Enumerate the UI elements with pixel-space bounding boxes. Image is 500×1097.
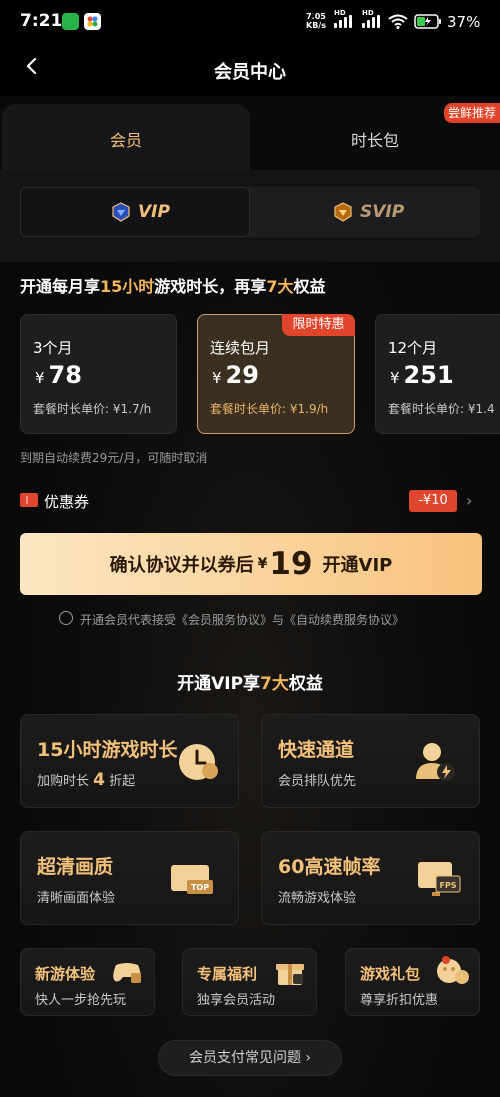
vip-diamond-icon: [112, 202, 130, 222]
signal-icon-2: HD: [360, 9, 382, 28]
coupon-value[interactable]: -¥10: [409, 490, 457, 512]
auto-renew-note: 到期自动续费29元/月，可随时取消: [20, 451, 208, 465]
net-speed: 7.05 KB/s: [306, 12, 326, 30]
agreement-checkbox[interactable]: [59, 611, 73, 625]
svg-text:TOP: TOP: [191, 883, 209, 892]
recommend-badge: 尝鲜推荐: [444, 103, 500, 123]
vip-tab[interactable]: [20, 187, 250, 237]
svip-tab[interactable]: SVIP: [360, 202, 404, 222]
tab-member-label: 会员: [109, 131, 142, 150]
coupon-label[interactable]: 优惠券: [44, 491, 89, 512]
payment-faq-button[interactable]: 会员支付常见问题 ›: [158, 1040, 342, 1076]
tab-time-pack[interactable]: 时长包: [250, 127, 500, 151]
top-screen-icon: TOP: [171, 865, 213, 894]
confirm-purchase-button[interactable]: 确认协议并以券后 ¥19 开通VIP: [20, 533, 482, 595]
benefit-card-game-packs[interactable]: 游戏礼包 尊享折扣优惠: [345, 948, 480, 1016]
clock-icon: [179, 744, 218, 780]
plan-card-3-months[interactable]: 3个月 ¥78 套餐时长单价: ¥1.7/h: [20, 314, 177, 434]
svg-text:FPS: FPS: [439, 881, 456, 890]
limited-offer-badge: 限时特惠: [282, 314, 355, 336]
benefit-card-high-fps[interactable]: 60高速帧率 流畅游戏体验 FPS: [261, 831, 480, 925]
coin-bag-icon: [437, 956, 469, 984]
vip-label: VIP: [138, 202, 170, 222]
gamepad-icon: [113, 963, 141, 983]
gift-icon: [276, 964, 304, 985]
battery-percent: 37%: [447, 13, 481, 31]
page-title: 会员中心: [214, 62, 286, 83]
benefit-card-fast-pass[interactable]: 快速通道 会员排队优先: [261, 714, 480, 808]
benefit-card-game-time[interactable]: 15小时游戏时长 加购时长 4 折起: [20, 714, 239, 808]
plan-headline: 开通每月享15小时游戏时长，再享7大权益: [20, 277, 326, 296]
user-lightning-icon: [416, 743, 455, 781]
status-bar: 7:21 7.05 KB/s HD HD 37%: [0, 0, 500, 44]
status-time: 7:21: [20, 11, 63, 31]
battery-icon: [414, 14, 441, 29]
wifi-icon: [388, 14, 408, 29]
svip-diamond-icon: [334, 202, 352, 222]
fps-monitor-icon: FPS: [418, 862, 461, 896]
benefit-card-hd-quality[interactable]: 超清画质 清晰画面体验 TOP: [20, 831, 239, 925]
signal-icon: HD: [332, 9, 354, 28]
chevron-right-icon[interactable]: ›: [466, 491, 472, 510]
benefits-title: 开通VIP享7大权益: [177, 674, 323, 694]
agreement-text[interactable]: 开通会员代表接受《会员服务协议》与《自动续费服务协议》: [80, 611, 404, 628]
app-notification-icon-2: [84, 13, 101, 30]
benefit-card-new-games[interactable]: 新游体验 快人一步抢先玩: [20, 948, 155, 1016]
plan-card-12-months[interactable]: 12个月 ¥251 套餐时长单价: ¥1.4: [375, 314, 500, 434]
app-notification-icon: [62, 13, 79, 30]
coupon-icon: [20, 493, 38, 507]
benefit-card-exclusive-perks[interactable]: 专属福利 独享会员活动: [182, 948, 317, 1016]
